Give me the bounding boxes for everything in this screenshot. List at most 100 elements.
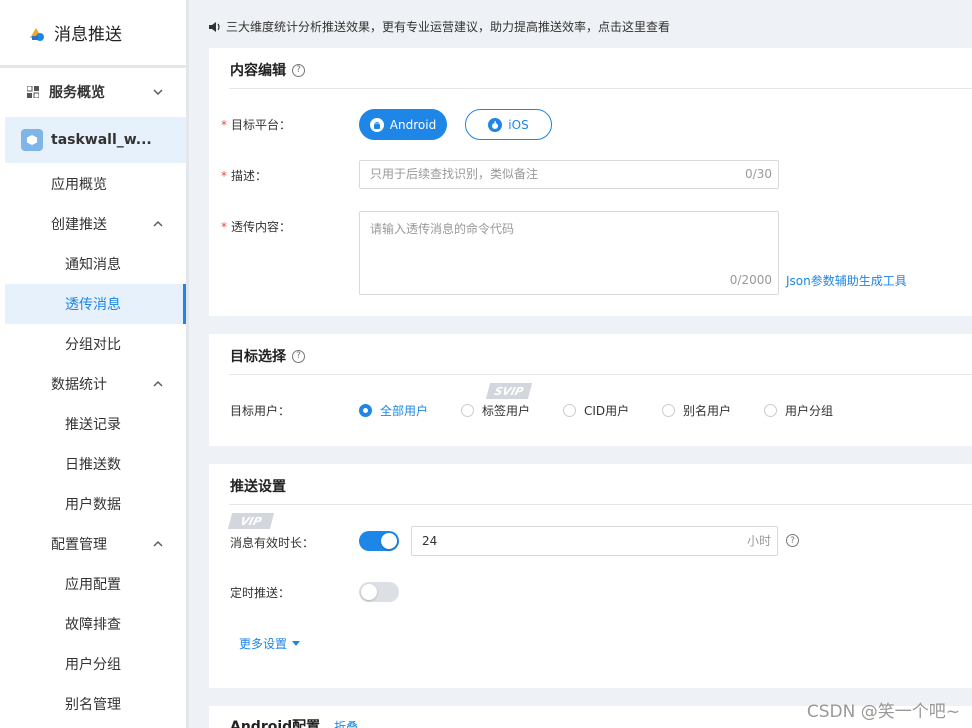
speaker-icon — [209, 21, 220, 32]
notice-text: 三大维度统计分析推送效果，更有专业运营建议，助力提高推送效率，点击这里查看 — [226, 20, 671, 34]
sidebar-item-push-records[interactable]: 推送记录 — [5, 404, 186, 444]
help-icon[interactable]: ? — [292, 63, 305, 77]
app-name: taskwall_w... — [51, 132, 152, 148]
sidebar-item-label: 配置管理 — [51, 537, 107, 553]
toggle-knob — [361, 584, 377, 600]
sidebar-item-user-data[interactable]: 用户数据 — [5, 484, 186, 524]
validity-input[interactable]: 24 小时 — [411, 526, 778, 556]
payload-counter: 0/2000 — [729, 273, 772, 287]
divider — [229, 504, 972, 505]
android-platform-button[interactable]: Android — [359, 109, 447, 140]
radio-dot — [563, 404, 576, 417]
radio-cid-users[interactable]: CID用户 — [563, 402, 629, 419]
push-logo-icon — [28, 24, 46, 42]
apple-icon — [488, 117, 503, 132]
payload-placeholder: 请输入透传消息的命令代码 — [370, 222, 515, 236]
divider — [229, 374, 972, 375]
divider — [229, 88, 972, 89]
json-tool-link[interactable]: Json参数辅助生成工具 — [786, 272, 907, 289]
ios-platform-button[interactable]: iOS — [465, 109, 552, 140]
sidebar-item-notify-msg[interactable]: 通知消息 — [5, 244, 186, 284]
sidebar-item-overview[interactable]: 服务概览 — [5, 72, 186, 112]
android-config-title: Android配置 折叠 — [230, 716, 358, 728]
radio-all-users[interactable]: 全部用户 — [359, 402, 428, 419]
sidebar-item-app-overview[interactable]: 应用概览 — [5, 164, 186, 204]
schedule-toggle[interactable] — [359, 582, 399, 602]
grid-icon — [27, 86, 39, 98]
schedule-label: 定时推送： — [230, 586, 291, 600]
label-text: 透传内容： — [231, 220, 292, 234]
radio-dot — [461, 404, 474, 417]
radio-label: CID用户 — [584, 404, 630, 418]
link-text: 更多设置 — [239, 637, 288, 651]
validity-unit: 小时 — [746, 534, 771, 548]
label-text: 目标平台： — [231, 118, 292, 132]
desc-placeholder: 只用于后续查找识别，类似备注 — [370, 167, 539, 181]
button-label: iOS — [508, 117, 529, 132]
vip-badge: VIP — [227, 513, 275, 529]
sidebar-item-label: 日推送数 — [65, 457, 121, 473]
collapse-link[interactable]: 折叠 — [334, 718, 358, 728]
sidebar-item-troubleshoot[interactable]: 故障排查 — [5, 604, 186, 644]
sidebar-item-label: 别名管理 — [65, 697, 121, 713]
chevron-up-icon — [152, 538, 164, 550]
sidebar-item-config-mgmt[interactable]: 配置管理 — [5, 524, 186, 564]
section-title: Android配置 — [230, 719, 321, 728]
sidebar-item-alias-mgmt[interactable]: 别名管理 — [5, 684, 186, 724]
push-settings-card: 推送设置 VIP 消息有效时长： 24 小时 ? 定时推送： 更多设置 — [209, 464, 972, 688]
sidebar-item-label: 透传消息 — [65, 297, 121, 313]
sidebar-item-data-stats[interactable]: 数据统计 — [5, 364, 186, 404]
desc-input[interactable]: 只用于后续查找识别，类似备注 0/30 — [359, 160, 779, 189]
target-select-card: 目标选择? SVIP 目标用户： 全部用户 标签用户 CID用户 别名用户 用户… — [209, 334, 972, 446]
radio-label: 全部用户 — [380, 404, 429, 418]
sidebar-item-label: 用户数据 — [65, 497, 121, 513]
desc-counter: 0/30 — [745, 167, 772, 181]
more-settings-link[interactable]: 更多设置 — [239, 635, 301, 652]
sidebar-item-passthrough-msg[interactable]: 透传消息 — [5, 284, 186, 324]
section-title: 目标选择 — [230, 349, 286, 365]
sidebar-item-label: 创建推送 — [51, 217, 107, 233]
content-edit-title: 内容编辑? — [230, 60, 305, 80]
sidebar-item-app-config[interactable]: 应用配置 — [5, 564, 186, 604]
app-cube-icon — [21, 129, 43, 151]
watermark: CSDN @笑一个吧~ — [806, 702, 960, 722]
radio-tag-users[interactable]: 标签用户 — [461, 402, 530, 419]
sidebar-item-group-compare[interactable]: 分组对比 — [5, 324, 186, 364]
sidebar-item-label: 服务概览 — [49, 85, 105, 101]
push-settings-title: 推送设置 — [230, 479, 286, 495]
radio-user-group[interactable]: 用户分组 — [764, 402, 833, 419]
android-icon — [369, 117, 384, 132]
radio-label: 用户分组 — [785, 404, 834, 418]
brand: 消息推送 — [0, 0, 186, 68]
brand-title: 消息推送 — [54, 25, 122, 45]
radio-label: 别名用户 — [683, 404, 732, 418]
label-text: 描述： — [231, 169, 268, 183]
section-title: 内容编辑 — [230, 63, 286, 79]
validity-label: 消息有效时长： — [230, 536, 315, 550]
sidebar-item-label: 数据统计 — [51, 377, 107, 393]
radio-dot — [764, 404, 777, 417]
help-icon[interactable]: ? — [292, 349, 305, 363]
radio-dot — [662, 404, 675, 417]
chevron-down-icon — [152, 86, 164, 98]
button-label: Android — [389, 117, 437, 132]
sidebar-item-label: 故障排查 — [65, 617, 121, 633]
sidebar-app-item[interactable]: taskwall_w... — [5, 117, 186, 163]
payload-textarea[interactable]: 请输入透传消息的命令代码 0/2000 — [359, 211, 779, 295]
validity-toggle[interactable] — [359, 531, 399, 551]
validity-value: 24 — [422, 534, 438, 548]
help-icon[interactable]: ? — [786, 534, 799, 547]
sidebar-item-label: 应用概览 — [51, 177, 107, 193]
notice-bar[interactable]: 三大维度统计分析推送效果，更有专业运营建议，助力提高推送效率，点击这里查看 — [208, 18, 670, 35]
caret-down-icon — [292, 640, 301, 646]
sidebar-item-daily-push[interactable]: 日推送数 — [5, 444, 186, 484]
radio-alias-users[interactable]: 别名用户 — [662, 402, 731, 419]
toggle-knob — [381, 533, 397, 549]
target-select-title: 目标选择? — [230, 346, 305, 366]
target-platform-label: * 目标平台： — [221, 118, 292, 132]
sidebar-item-user-group[interactable]: 用户分组 — [5, 644, 186, 684]
sidebar-item-create-push[interactable]: 创建推送 — [5, 204, 186, 244]
svip-badge: SVIP — [485, 383, 533, 399]
desc-label: * 描述： — [221, 169, 268, 183]
radio-dot — [359, 404, 372, 417]
